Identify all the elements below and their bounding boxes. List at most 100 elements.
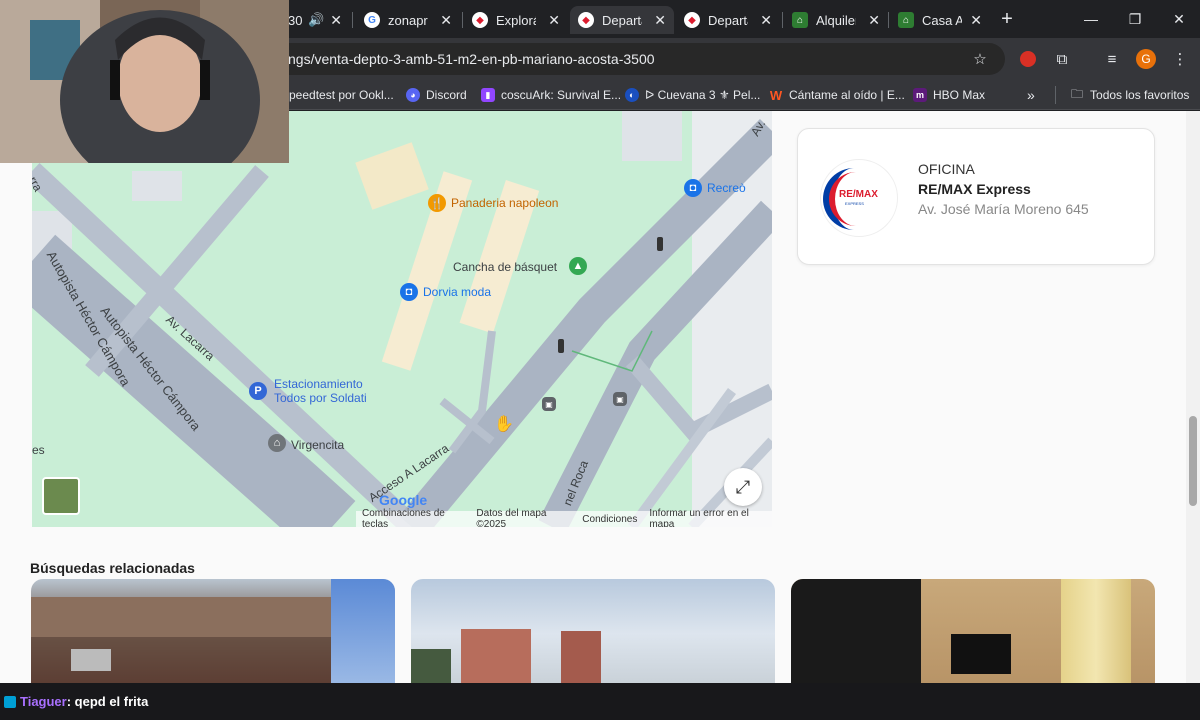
tab-departamento[interactable]: ◆ Departa ✕ xyxy=(676,6,780,34)
parking-icon[interactable]: P xyxy=(249,382,267,400)
tv-image xyxy=(951,634,1011,674)
related-listing-card[interactable] xyxy=(411,579,775,683)
poi-label[interactable]: Recreò xyxy=(707,181,746,195)
bookmark-speedtest[interactable]: peedtest por Ookl... xyxy=(289,86,394,104)
shopping-bag-icon[interactable]: ◘ xyxy=(684,179,702,197)
tab-title: Departa xyxy=(602,12,642,28)
sky-image xyxy=(331,579,395,683)
curtain-image xyxy=(1061,579,1131,683)
remax-logo: RE/MAX EXPRESS xyxy=(820,159,898,237)
google-logo: Google xyxy=(379,492,428,508)
restore-button[interactable]: ❐ xyxy=(1112,0,1158,38)
park-icon[interactable]: ▲ xyxy=(569,257,587,275)
place-of-worship-icon[interactable]: ⌂ xyxy=(268,434,286,452)
url-text: ngs/venta-depto-3-amb-51-m2-en-pb-marian… xyxy=(288,51,655,67)
remax-balloon-icon: ◆ xyxy=(472,12,488,28)
keyboard-shortcuts-link[interactable]: Combinaciones de teclas xyxy=(362,508,464,527)
scrollbar-thumb[interactable] xyxy=(1189,416,1197,506)
poi-label[interactable]: Cancha de básquet xyxy=(453,260,557,274)
tab-departamento-active[interactable]: ◆ Departa ✕ xyxy=(570,6,674,34)
balcony-image xyxy=(31,597,331,637)
office-card[interactable]: RE/MAX EXPRESS OFICINA RE/MAX Express Av… xyxy=(797,128,1155,265)
bookmark-star-icon[interactable]: ☆ xyxy=(968,47,992,71)
tab-audio[interactable]: 30 🔊 ✕ xyxy=(280,6,350,34)
house-icon: ⌂ xyxy=(792,12,808,28)
chat-message: : qepd el frita xyxy=(66,694,149,709)
tab-title: Departa xyxy=(708,12,748,28)
shopping-bag-icon[interactable]: ◘ xyxy=(400,283,418,301)
bookmark-discord[interactable]: ◕ Discord xyxy=(406,86,467,104)
tab-title: Explorá xyxy=(496,12,536,28)
extensions-puzzle-icon[interactable]: ⧉ xyxy=(1050,47,1074,71)
close-tab-icon[interactable]: ✕ xyxy=(548,12,560,29)
google-icon: G xyxy=(364,12,380,28)
close-tab-icon[interactable]: ✕ xyxy=(440,12,452,29)
traffic-light-icon xyxy=(558,339,564,353)
terms-link[interactable]: Condiciones xyxy=(582,514,637,525)
kebab-menu-icon[interactable]: ⋮ xyxy=(1168,47,1192,71)
close-tab-icon[interactable]: ✕ xyxy=(330,12,342,29)
related-searches-title: Búsquedas relacionadas xyxy=(30,560,195,576)
office-address: Av. José María Moreno 645 xyxy=(918,201,1089,217)
bookmark-label: Cántame al oído | E... xyxy=(789,88,905,102)
close-tab-icon[interactable]: ✕ xyxy=(868,12,880,29)
bookmark-label: peedtest por Ookl... xyxy=(289,88,394,102)
remax-balloon-icon: ◆ xyxy=(578,12,594,28)
poi-label[interactable]: Todos por Soldati xyxy=(274,391,367,405)
new-tab-button[interactable]: + xyxy=(992,0,1022,38)
poi-label[interactable]: Panaderia napoleon xyxy=(451,196,558,210)
speaker-icon[interactable]: 🔊 xyxy=(308,12,324,28)
all-bookmarks-folder[interactable]: 🗀 Todos los favoritos xyxy=(1071,86,1189,104)
w-logo-icon: W xyxy=(769,87,783,103)
tab-zonaprop[interactable]: G zonapro ✕ xyxy=(356,6,460,34)
poi-label[interactable]: Estacionamiento xyxy=(274,377,363,391)
stream-chat-overlay: Tiaguer : qepd el frita xyxy=(0,683,1200,720)
air-conditioner-image xyxy=(71,649,111,671)
tab-explora[interactable]: ◆ Explorá ✕ xyxy=(464,6,568,34)
report-error-link[interactable]: Informar un error en el mapa xyxy=(649,508,766,527)
page-content: llegar 🍴 Panaderia napoleon ◘ Recreò Can… xyxy=(0,111,1186,683)
bus-stop-icon[interactable]: ▣ xyxy=(613,392,627,406)
remax-balloon-icon: ◆ xyxy=(684,12,700,28)
bookmark-label: HBO Max xyxy=(933,88,986,102)
restaurant-icon[interactable]: 🍴 xyxy=(428,194,446,212)
bookmark-label: ᐅ Cuevana 3 ⚜ Pel... xyxy=(645,88,761,102)
related-listing-card[interactable] xyxy=(31,579,395,683)
page-scrollbar[interactable] xyxy=(1186,111,1200,683)
related-listing-card[interactable] xyxy=(791,579,1155,683)
folder-icon: 🗀 xyxy=(1071,86,1084,101)
tree-image xyxy=(411,649,451,683)
address-bar[interactable]: ngs/venta-depto-3-amb-51-m2-en-pb-marian… xyxy=(240,43,1005,75)
profile-avatar[interactable]: G xyxy=(1134,47,1158,71)
webcam-feed-image xyxy=(0,0,289,163)
chat-username: Tiaguer xyxy=(20,694,67,709)
media-control-icon[interactable]: ≡ xyxy=(1100,47,1124,71)
tab-alquiler[interactable]: ⌂ Alquiler ✕ xyxy=(784,6,888,34)
close-tab-icon[interactable]: ✕ xyxy=(654,12,666,29)
satellite-layer-toggle[interactable] xyxy=(42,477,80,515)
close-window-button[interactable]: ✕ xyxy=(1156,0,1200,38)
close-tab-icon[interactable]: ✕ xyxy=(760,12,772,29)
furniture-image xyxy=(791,579,921,683)
bookmark-cuevana[interactable]: ◐ ᐅ Cuevana 3 ⚜ Pel... xyxy=(625,86,760,104)
twitch-badge-icon xyxy=(4,695,16,708)
bus-stop-icon[interactable]: ▣ xyxy=(542,397,556,411)
fullscreen-icon[interactable]: ⤢ xyxy=(724,468,762,506)
building-image xyxy=(561,631,601,683)
minimize-button[interactable]: — xyxy=(1068,0,1114,38)
extension-icon-red[interactable] xyxy=(1016,47,1040,71)
bookmark-hbo-max[interactable]: m HBO Max xyxy=(913,86,985,104)
location-map[interactable]: llegar 🍴 Panaderia napoleon ◘ Recreò Can… xyxy=(32,111,772,527)
office-name[interactable]: RE/MAX Express xyxy=(918,181,1031,197)
twitch-icon: ▮ xyxy=(481,88,495,102)
close-tab-icon[interactable]: ✕ xyxy=(970,12,982,29)
building-image xyxy=(461,629,531,683)
bookmark-label: Discord xyxy=(426,88,467,102)
poi-label[interactable]: Dorvia moda xyxy=(423,285,491,299)
tab-casa[interactable]: ⌂ Casa Al ✕ xyxy=(890,6,990,34)
bookmark-cantame[interactable]: W Cántame al oído | E... xyxy=(769,86,905,104)
bookmark-coscu[interactable]: ▮ coscuArk: Survival E... xyxy=(481,86,621,104)
poi-label[interactable]: Virgencita xyxy=(291,438,344,452)
cuevana-icon: ◐ xyxy=(625,88,639,102)
bookmarks-overflow-button[interactable]: » xyxy=(1027,86,1035,104)
